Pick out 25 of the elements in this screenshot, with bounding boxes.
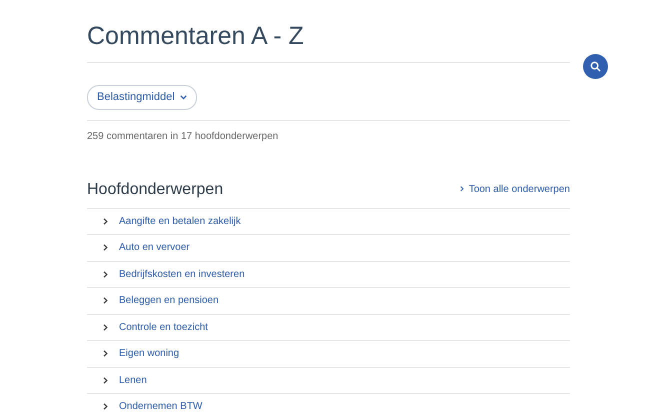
topic-link[interactable]: Lenen (103, 372, 147, 388)
topic-link[interactable]: Ondernemen BTW (103, 399, 202, 414)
chevron-icon (103, 350, 108, 358)
page-title: Commentaren A - Z (87, 21, 305, 52)
search-icon (590, 61, 601, 72)
chevron-icon (103, 297, 108, 304)
chevron-icon (103, 244, 108, 252)
chevron-icon (103, 403, 108, 410)
topic-link[interactable]: Controle en toezicht (103, 320, 208, 335)
summary-text: 259 commentaren in 17 hoofdonderwerpen (87, 130, 280, 144)
chevron-icon (460, 186, 464, 192)
topic-link[interactable]: Aangifte en betalen zakelijk (103, 214, 241, 229)
topic-link[interactable]: Eigen woning (103, 346, 180, 362)
caret-icon (180, 94, 187, 100)
chevron-icon (103, 218, 108, 225)
chevron-icon (103, 376, 108, 384)
filter-dropdown[interactable]: Belastingmiddel (87, 85, 197, 110)
section-heading: Hoofdonderwerpen (87, 180, 224, 199)
chevron-icon (103, 324, 108, 331)
show-all-link[interactable]: Toon alle onderwerpen (460, 182, 570, 197)
chevron-icon (103, 270, 108, 278)
search-button[interactable] (583, 54, 608, 79)
topic-link[interactable]: Bedrijfskosten en investeren (103, 266, 245, 282)
topic-link[interactable]: Beleggen en pensioen (103, 293, 219, 308)
topic-link[interactable]: Auto en vervoer (103, 240, 190, 256)
